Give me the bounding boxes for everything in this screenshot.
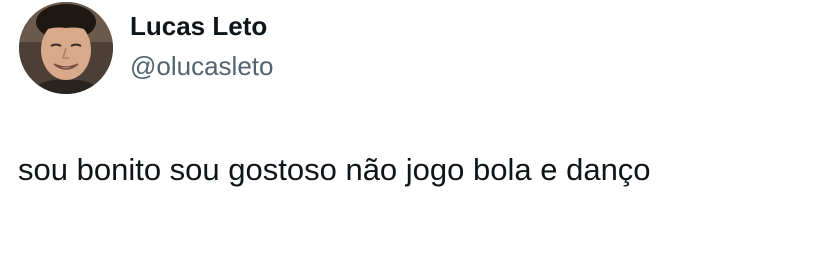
author-handle[interactable]: @olucasleto <box>130 48 273 84</box>
avatar-photo <box>19 2 113 94</box>
tweet-card: Lucas Leto @olucasleto sou bonito sou go… <box>0 0 828 276</box>
author-display-name[interactable]: Lucas Leto <box>130 8 267 44</box>
avatar[interactable] <box>19 2 113 94</box>
tweet-text: sou bonito sou gostoso não jogo bola e d… <box>18 152 651 187</box>
